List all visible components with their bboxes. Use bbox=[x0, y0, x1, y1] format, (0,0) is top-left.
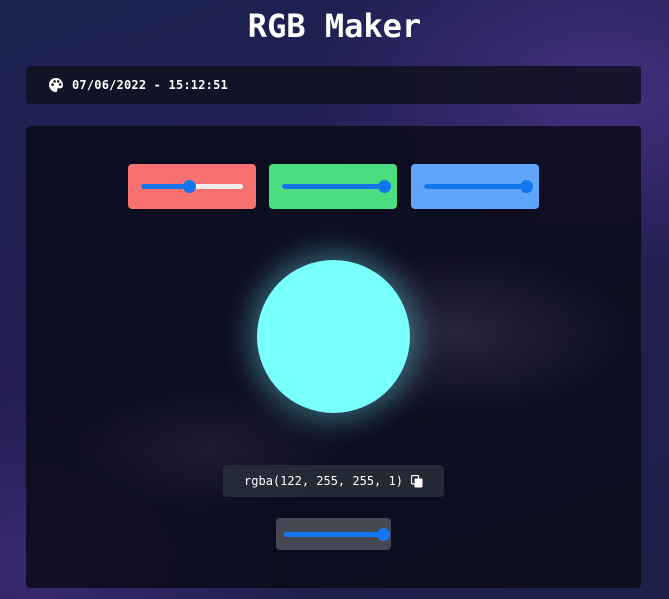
alpha-slider-thumb[interactable] bbox=[377, 527, 390, 541]
blue-slider-thumb[interactable] bbox=[519, 180, 533, 193]
green-slider-box bbox=[269, 164, 397, 209]
green-slider-fill bbox=[282, 184, 384, 189]
rgba-text: rgba(122, 255, 255, 1) bbox=[244, 474, 403, 488]
color-preview-circle bbox=[257, 260, 410, 413]
red-slider-box bbox=[128, 164, 256, 209]
red-slider-thumb[interactable] bbox=[183, 180, 197, 193]
green-slider[interactable] bbox=[282, 180, 391, 193]
palette-icon bbox=[48, 77, 64, 93]
blue-slider-fill bbox=[424, 184, 526, 189]
rgba-output: rgba(122, 255, 255, 1) bbox=[223, 465, 444, 497]
green-slider-thumb[interactable] bbox=[377, 180, 391, 193]
date-bar: 07/06/2022 - 15:12:51 bbox=[26, 66, 641, 104]
blue-slider[interactable] bbox=[424, 180, 533, 193]
main-panel: rgba(122, 255, 255, 1) bbox=[26, 126, 641, 588]
datetime-text: 07/06/2022 - 15:12:51 bbox=[72, 78, 228, 92]
alpha-slider[interactable] bbox=[283, 527, 390, 541]
copy-icon[interactable] bbox=[410, 474, 423, 488]
blue-slider-box bbox=[411, 164, 539, 209]
alpha-slider-fill bbox=[283, 531, 384, 537]
app-title: RGB Maker bbox=[247, 7, 422, 45]
alpha-slider-box bbox=[276, 518, 391, 550]
red-slider[interactable] bbox=[141, 180, 243, 193]
